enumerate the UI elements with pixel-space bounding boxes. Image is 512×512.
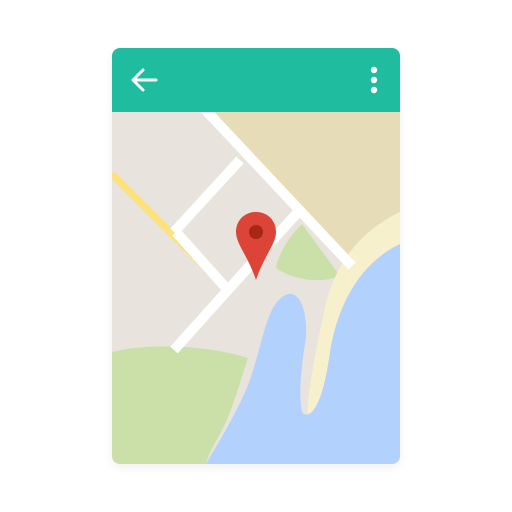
back-button[interactable] <box>128 64 160 96</box>
more-vert-icon <box>370 66 378 94</box>
map-card <box>112 48 400 464</box>
map-pin-icon[interactable] <box>234 210 278 282</box>
app-bar <box>112 48 400 112</box>
arrow-back-icon <box>131 68 158 92</box>
more-options-button[interactable] <box>360 64 388 96</box>
map-canvas[interactable] <box>112 112 400 464</box>
map-view[interactable] <box>112 112 400 464</box>
